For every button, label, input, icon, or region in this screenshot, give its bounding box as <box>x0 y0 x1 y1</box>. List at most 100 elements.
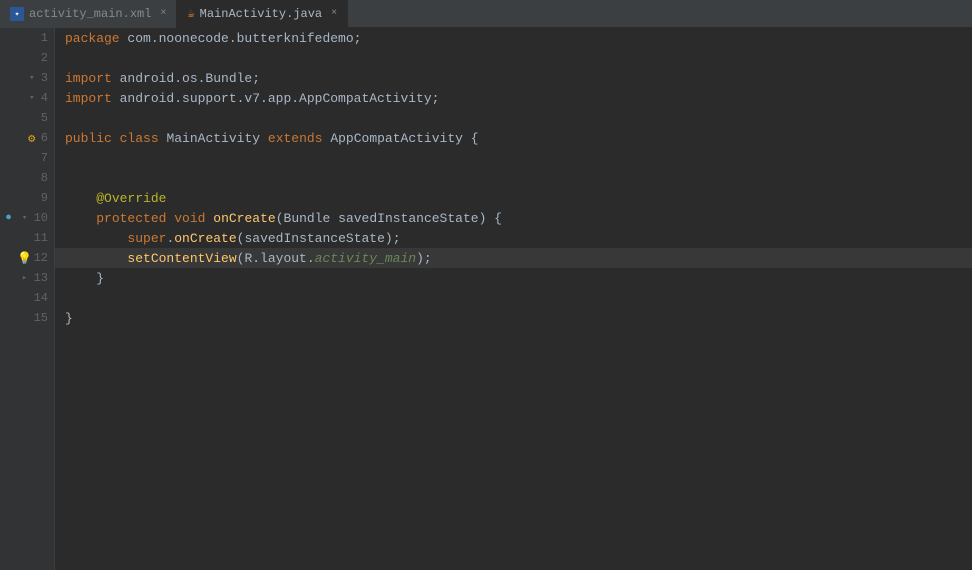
code-line-2 <box>55 48 972 68</box>
tab-label-xml: activity_main.xml <box>29 7 151 21</box>
line-number-8: 8 <box>41 171 48 185</box>
gutter-line-7: 7 <box>0 148 54 168</box>
code-close-brace-method: } <box>96 271 104 286</box>
line-number-6: 6 <box>41 131 48 145</box>
class-mainactivity: MainActivity <box>166 131 260 146</box>
code-r-layout: (R.layout. <box>237 251 315 266</box>
code-semicolon: ); <box>416 251 432 266</box>
gutter-line-2: 2 <box>0 48 54 68</box>
layout-activity-main: activity_main <box>315 251 416 266</box>
line-number-5: 5 <box>41 111 48 125</box>
line-number-2: 2 <box>41 51 48 65</box>
bulb-icon-12[interactable]: 💡 <box>18 251 32 265</box>
code-import-2: android.support.v7.app.AppCompatActivity… <box>112 91 440 106</box>
annotation-override: @Override <box>96 191 166 206</box>
param-type-bundle: Bundle <box>284 211 331 226</box>
code-line-5 <box>55 108 972 128</box>
code-line-8 <box>55 168 972 188</box>
line-number-15: 15 <box>34 311 48 325</box>
code-line-10: protected void onCreate ( Bundle savedIn… <box>55 208 972 228</box>
app-window: ✦ activity_main.xml × ☕ MainActivity.jav… <box>0 0 972 570</box>
fold-icon-3[interactable]: ▾ <box>25 71 39 85</box>
fold-icon-13[interactable]: ▸ <box>18 271 32 285</box>
keyword-extends: extends <box>268 131 323 146</box>
code-paren-close: ) { <box>479 211 502 226</box>
line-number-14: 14 <box>34 291 48 305</box>
param-savedinstancestate: savedInstanceState <box>338 211 478 226</box>
indent-13 <box>65 271 96 286</box>
gutter-line-5: 5 <box>0 108 54 128</box>
code-line-13: } <box>55 268 972 288</box>
line-number-gutter: 1 2 ▾ 3 ▾ 4 5 ⚙ 6 <box>0 28 55 570</box>
tab-close-xml[interactable]: × <box>160 9 166 19</box>
line-number-3: 3 <box>41 71 48 85</box>
gutter-line-4: ▾ 4 <box>0 88 54 108</box>
code-brace-open: { <box>463 131 479 146</box>
gutter-line-14: 14 <box>0 288 54 308</box>
code-line-3: import android.os.Bundle; <box>55 68 972 88</box>
code-super-args: (savedInstanceState); <box>237 231 401 246</box>
gutter-line-8: 8 <box>0 168 54 188</box>
keyword-protected: protected <box>96 211 166 226</box>
fold-icon-10[interactable]: ▾ <box>18 211 32 225</box>
keyword-void: void <box>174 211 205 226</box>
code-space-3 <box>260 131 268 146</box>
code-line-7 <box>55 148 972 168</box>
code-close-brace-class: } <box>65 311 73 326</box>
code-paren-open: ( <box>276 211 284 226</box>
gutter-line-11: 11 <box>0 228 54 248</box>
tab-close-java[interactable]: × <box>331 9 337 19</box>
keyword-super: super <box>127 231 166 246</box>
method-setcontentview: setContentView <box>127 251 236 266</box>
gutter-line-15: 15 <box>0 308 54 328</box>
tab-label-java: MainActivity.java <box>200 7 322 21</box>
breakpoint-icon-10[interactable]: ● <box>2 211 16 225</box>
code-line-14 <box>55 288 972 308</box>
method-oncreate: onCreate <box>213 211 275 226</box>
java-file-icon: ☕ <box>187 6 194 21</box>
code-line-12: setContentView (R.layout. activity_main … <box>55 248 972 268</box>
xml-file-icon: ✦ <box>10 7 24 21</box>
code-dot-1: . <box>166 231 174 246</box>
indent-11 <box>65 231 127 246</box>
line-number-1: 1 <box>41 31 48 45</box>
gutter-line-12: 💡 12 <box>0 248 54 268</box>
keyword-import-2: import <box>65 91 112 106</box>
line-number-7: 7 <box>41 151 48 165</box>
line-number-12: 12 <box>34 251 48 265</box>
code-line-1: package com.noonecode.butterknifedemo; <box>55 28 972 48</box>
code-editor[interactable]: package com.noonecode.butterknifedemo; i… <box>55 28 972 570</box>
line-number-11: 11 <box>34 231 48 245</box>
code-line-4: import android.support.v7.app.AppCompatA… <box>55 88 972 108</box>
code-space-5 <box>166 211 174 226</box>
code-line-15: } <box>55 308 972 328</box>
keyword-class: class <box>120 131 159 146</box>
code-import-1: android.os.Bundle; <box>112 71 260 86</box>
indent-12 <box>65 251 127 266</box>
gutter-line-3: ▾ 3 <box>0 68 54 88</box>
class-appcompat: AppCompatActivity <box>330 131 463 146</box>
code-line-6: public class MainActivity extends AppCom… <box>55 128 972 148</box>
gutter-line-10: ● ▾ 10 <box>0 208 54 228</box>
gutter-line-13: ▸ 13 <box>0 268 54 288</box>
code-space-2 <box>159 131 167 146</box>
gutter-line-6: ⚙ 6 <box>0 128 54 148</box>
line-number-10: 10 <box>34 211 48 225</box>
tab-activity-main-xml[interactable]: ✦ activity_main.xml × <box>0 0 177 28</box>
gutter-line-9: 9 <box>0 188 54 208</box>
code-line-11: super . onCreate (savedInstanceState); <box>55 228 972 248</box>
tab-mainactivity-java[interactable]: ☕ MainActivity.java × <box>177 0 348 28</box>
line-number-4: 4 <box>41 91 48 105</box>
keyword-public: public <box>65 131 112 146</box>
code-line-9: @Override <box>55 188 972 208</box>
line-number-13: 13 <box>34 271 48 285</box>
code-space-6 <box>205 211 213 226</box>
fold-icon-4[interactable]: ▾ <box>25 91 39 105</box>
code-space-7 <box>330 211 338 226</box>
line-number-9: 9 <box>41 191 48 205</box>
indent-10 <box>65 211 96 226</box>
code-space-1 <box>112 131 120 146</box>
editor-area: 1 2 ▾ 3 ▾ 4 5 ⚙ 6 <box>0 28 972 570</box>
indent-9 <box>65 191 96 206</box>
hint-overlay-12 <box>432 251 494 266</box>
